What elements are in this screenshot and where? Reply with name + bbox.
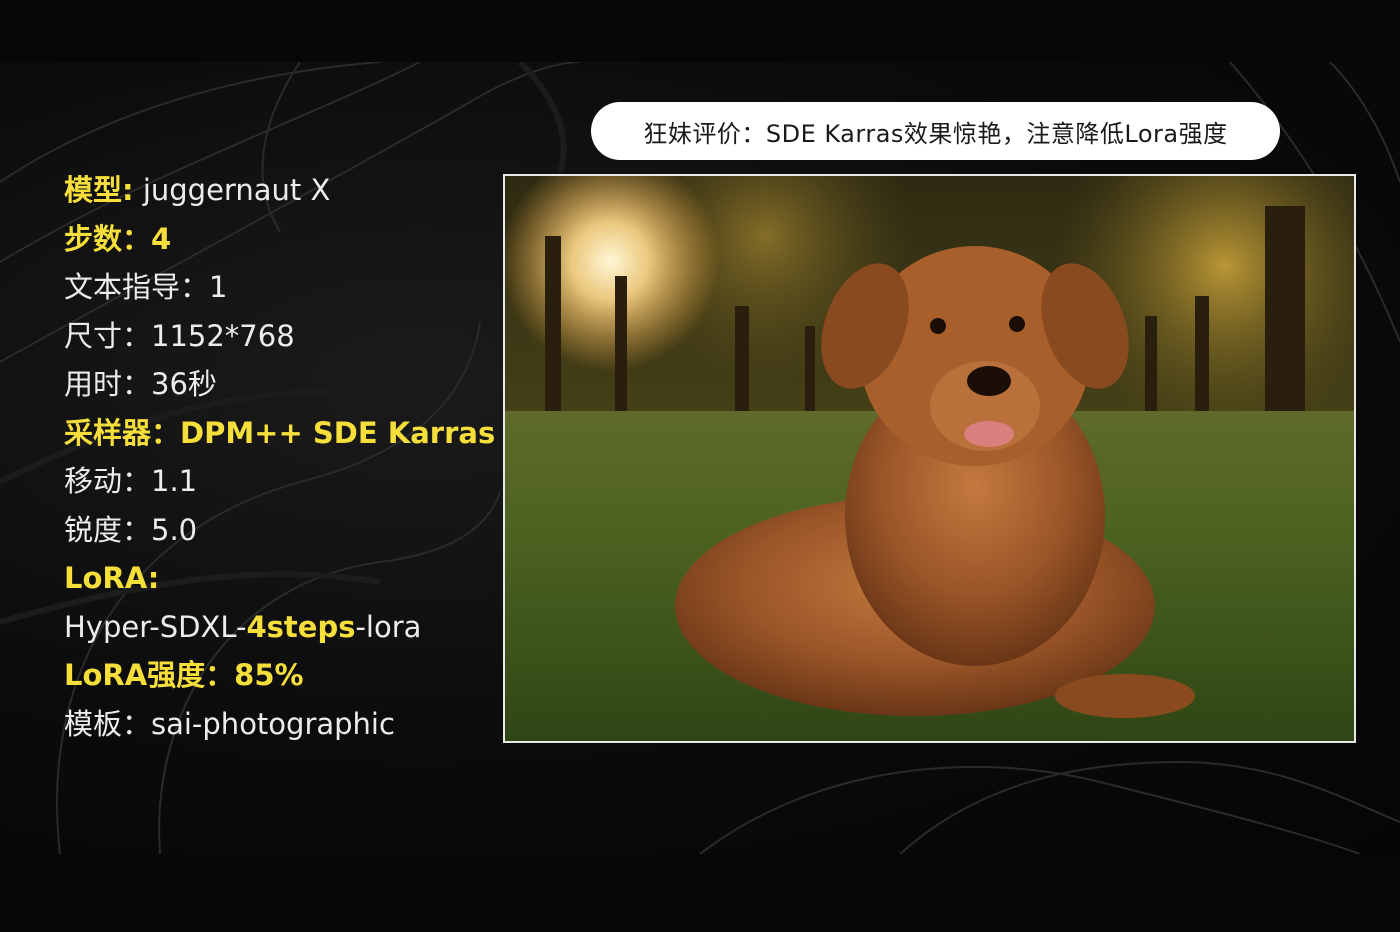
slide-canvas: 狂妹评价：SDE Karras效果惊艳，注意降低Lora强度 模型: jugge…: [0, 62, 1400, 854]
param-model-value: juggernaut X: [133, 173, 331, 207]
param-lora-label: LoRA:: [64, 561, 160, 595]
dog-photo: [505, 176, 1354, 741]
param-sampler: 采样器：DPM++ SDE Karras: [64, 415, 496, 450]
param-size: 尺寸：1152*768: [64, 318, 295, 353]
dog-eye-left: [930, 318, 946, 334]
dog-eye-right: [1009, 316, 1025, 332]
param-time: 用时：36秒: [64, 367, 217, 401]
dog-paw-front: [1055, 674, 1195, 718]
dog-nose: [967, 366, 1011, 396]
param-guidance: 文本指导：1: [64, 270, 228, 304]
param-lora-name: Hyper-SDXL-4steps-lora: [64, 603, 494, 652]
param-sharpness: 锐度：5.0: [64, 512, 198, 547]
generated-image-frame: [503, 174, 1356, 743]
generation-params-list: 模型: juggernaut X 步数：4 文本指导：1 尺寸：1152*768…: [64, 166, 496, 748]
param-model-label: 模型:: [64, 173, 134, 207]
dog-tongue: [964, 421, 1014, 447]
param-template: 模板：sai-photographic: [64, 706, 395, 741]
caption-text: 狂妹评价：SDE Karras效果惊艳，注意降低Lora强度: [643, 119, 1228, 148]
param-model: 模型: juggernaut X: [64, 166, 494, 215]
lora-name-highlight: 4steps: [246, 609, 356, 644]
lora-name-suffix: -lora: [355, 609, 422, 644]
param-steps: 步数：4: [64, 221, 172, 256]
review-caption: 狂妹评价：SDE Karras效果惊艳，注意降低Lora强度: [591, 102, 1280, 160]
param-shift: 移动：1.1: [64, 464, 198, 498]
param-lora-strength: LoRA强度：85%: [64, 658, 304, 692]
lora-name-prefix: Hyper-SDXL-: [64, 609, 247, 644]
